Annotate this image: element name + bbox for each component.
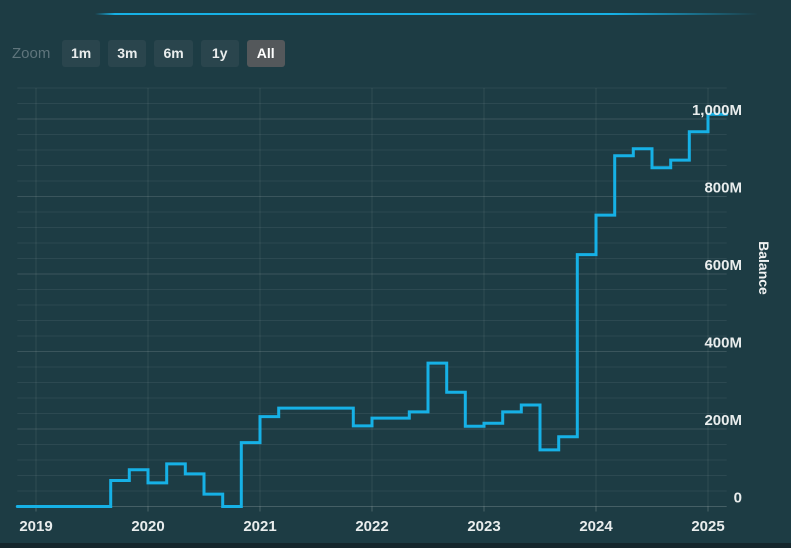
x-axis-labels: 2019 2020 2021 2022 2023 2024 2025	[19, 518, 724, 535]
balance-chart-panel: Zoom 1m 3m 6m 1y All 0 200M 400M 600M 800M 1,000M…	[0, 0, 791, 548]
y-axis-label: 0	[734, 490, 742, 507]
x-axis-label: 2021	[243, 518, 276, 535]
x-axis-label: 2024	[579, 518, 613, 535]
x-axis-label: 2022	[355, 518, 388, 535]
x-axis-label: 2020	[131, 518, 164, 535]
year-gridlines	[35, 88, 709, 512]
y-axis-label: 1,000M	[692, 102, 742, 119]
x-axis-label: 2023	[467, 518, 500, 535]
y-axis-label: 200M	[704, 412, 742, 429]
x-axis-label: 2025	[691, 518, 724, 535]
y-axis-label: 600M	[704, 257, 742, 274]
balance-step-chart[interactable]: 0200M400M600M800M1,000M2019 2020 2021 2022 2…	[0, 0, 791, 548]
y-axis-label: 400M	[704, 335, 742, 352]
y-axis-title: Balance	[756, 241, 772, 295]
y-axis-label: 800M	[704, 180, 742, 197]
bottom-edge	[0, 543, 791, 548]
x-axis-label: 2019	[19, 518, 52, 535]
y-axis-labels: 0 200M 400M 600M 800M 1,000M	[692, 102, 742, 507]
